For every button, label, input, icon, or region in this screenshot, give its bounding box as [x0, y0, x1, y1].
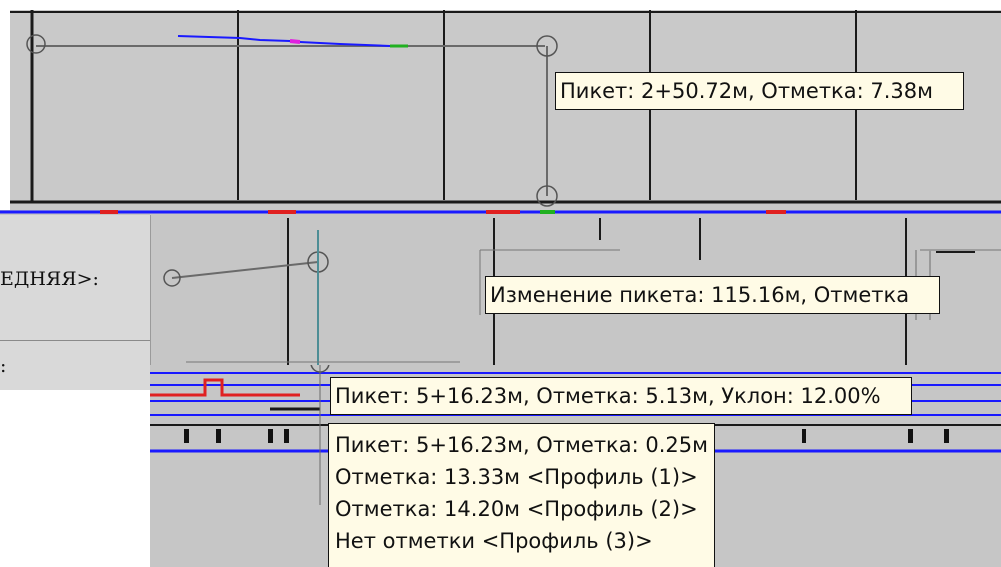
tooltip-line-profile-2: Отметка: 14.20м <Профиль (2)>	[335, 497, 698, 521]
profile-drawing-top	[10, 10, 1001, 207]
drawing-viewport-top[interactable]: Пикет: 2+50.72м, Отметка: 7.38м	[10, 10, 1001, 210]
command-divider	[0, 340, 150, 341]
drawing-viewport-bottom[interactable]: Пикет: 5+16.23м, Отметка: 5.13м, Уклон: …	[150, 365, 1001, 567]
tooltip-picket-slope: Пикет: 5+16.23м, Отметка: 5.13м, Уклон: …	[330, 377, 912, 415]
command-prompt: ЕДНЯЯ>:	[0, 268, 99, 290]
command-input-line[interactable]: :	[0, 355, 6, 377]
tooltip-line-profile-1: Отметка: 13.33м <Профиль (1)>	[335, 465, 698, 489]
tooltip-line-picket: Пикет: 5+16.23м, Отметка: 0.25м	[335, 433, 708, 457]
tooltip-line-profile-3: Нет отметки <Профиль (3)>	[335, 529, 653, 553]
tooltip-picket-change: Изменение пикета: 115.16м, Отметка	[485, 276, 941, 314]
command-line-panel[interactable]	[0, 215, 151, 390]
tooltip-picket-elevation: Пикет: 2+50.72м, Отметка: 7.38м	[555, 72, 964, 110]
tooltip-profile-elevations: Пикет: 5+16.23м, Отметка: 0.25м Отметка:…	[328, 423, 715, 567]
